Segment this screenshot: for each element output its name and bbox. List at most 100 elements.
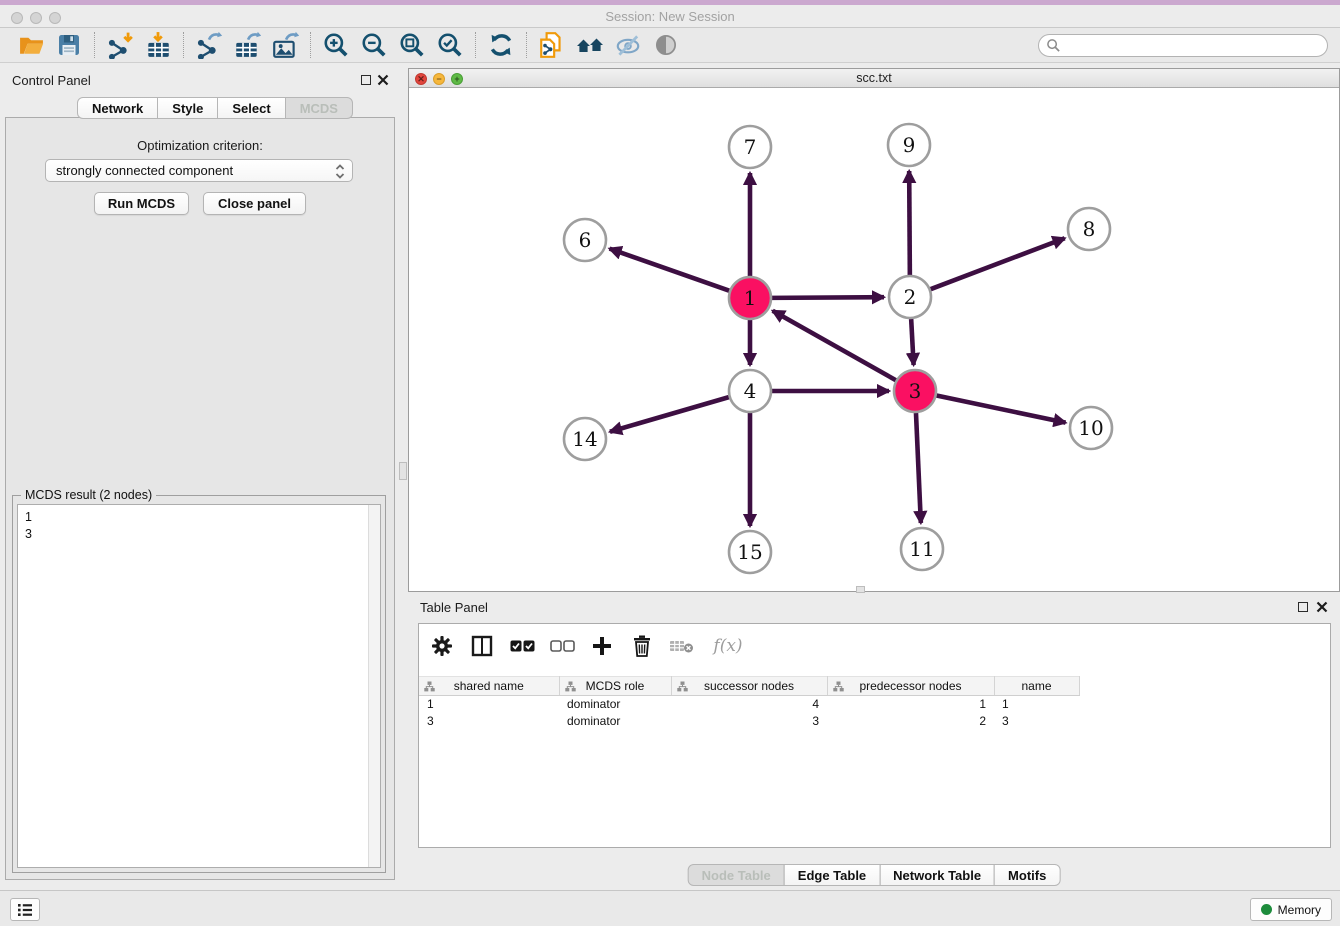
list-icon [16, 902, 34, 918]
table-cell[interactable]: 1 [994, 696, 1079, 713]
first-neighbors-button[interactable] [571, 30, 609, 60]
window-titlebar: Session: New Session [0, 5, 1340, 28]
graph-node-10[interactable]: 10 [1070, 407, 1112, 449]
table-cell[interactable]: 2 [827, 713, 994, 730]
horizontal-splitter-grip[interactable] [856, 586, 865, 593]
table-cell[interactable]: dominator [559, 713, 671, 730]
column-panel-button[interactable] [469, 633, 495, 659]
clear-all-checkboxes-button[interactable] [549, 633, 575, 659]
tab-motifs[interactable]: Motifs [994, 864, 1060, 886]
delete-row-button[interactable] [629, 633, 655, 659]
open-file-button[interactable] [12, 30, 50, 60]
search-input[interactable] [1038, 34, 1328, 57]
graph-node-3[interactable]: 3 [894, 370, 936, 412]
table-cell[interactable]: dominator [559, 696, 671, 713]
delete-column-button[interactable] [669, 633, 695, 659]
run-mcds-button[interactable]: Run MCDS [94, 192, 189, 215]
close-panel-button[interactable]: Close panel [203, 192, 306, 215]
unchecked-boxes-icon [550, 639, 575, 653]
tab-network-table[interactable]: Network Table [879, 864, 995, 886]
col-predecessor-nodes[interactable]: predecessor nodes [827, 677, 994, 696]
duplicate-network-button[interactable] [533, 30, 571, 60]
table-cell[interactable]: 1 [419, 696, 559, 713]
result-scrollbar[interactable] [368, 505, 380, 867]
mcds-result-list[interactable]: 13 [17, 504, 381, 868]
graph-node-15[interactable]: 15 [729, 531, 771, 573]
table-cell[interactable]: 3 [671, 713, 827, 730]
function-builder-button[interactable]: f(x) [709, 633, 747, 659]
column-type-icon [424, 681, 435, 692]
table-panel: Table Panel [408, 596, 1340, 890]
close-panel-icon[interactable] [377, 74, 389, 86]
vertical-splitter-grip[interactable] [399, 462, 407, 480]
table-cell[interactable]: 1 [827, 696, 994, 713]
columns-icon [471, 635, 493, 657]
graph-node-1[interactable]: 1 [729, 277, 771, 319]
trash-icon [632, 635, 652, 657]
memory-button[interactable]: Memory [1250, 898, 1332, 921]
column-type-icon [833, 681, 844, 692]
tab-network[interactable]: Network [77, 97, 158, 119]
graph-node-4[interactable]: 4 [729, 370, 771, 412]
float-table-panel-icon[interactable] [1298, 602, 1308, 612]
export-table-button[interactable] [228, 30, 266, 60]
table-settings-button[interactable] [429, 633, 455, 659]
zoom-out-button[interactable] [355, 30, 393, 60]
table-row[interactable]: 3dominator323 [419, 713, 1079, 730]
graph-node-11[interactable]: 11 [901, 528, 943, 570]
tab-node-table[interactable]: Node Table [688, 864, 785, 886]
float-panel-icon[interactable] [361, 75, 371, 85]
apply-layout-button[interactable] [482, 30, 520, 60]
table-cell[interactable]: 3 [994, 713, 1079, 730]
graph-edge-2-9[interactable] [909, 171, 910, 275]
mcds-result-item[interactable]: 1 [25, 509, 380, 526]
window-title: Session: New Session [0, 9, 1340, 24]
graph-edge-3-10[interactable] [937, 396, 1066, 423]
graph-node-2[interactable]: 2 [889, 276, 931, 318]
graphics-details-button[interactable] [647, 30, 685, 60]
add-row-button[interactable] [589, 633, 615, 659]
export-network-button[interactable] [190, 30, 228, 60]
table-cell[interactable]: 3 [419, 713, 559, 730]
graph-node-7[interactable]: 7 [729, 126, 771, 168]
column-type-icon [565, 681, 576, 692]
zoom-in-button[interactable] [317, 30, 355, 60]
table-row[interactable]: 1dominator411 [419, 696, 1079, 713]
export-image-button[interactable] [266, 30, 304, 60]
close-table-panel-icon[interactable] [1316, 601, 1328, 613]
search-icon [1046, 38, 1061, 53]
task-history-button[interactable] [10, 898, 40, 921]
col-name[interactable]: name [994, 677, 1079, 696]
table-cell[interactable]: 4 [671, 696, 827, 713]
zoom-fit-button[interactable] [393, 30, 431, 60]
network-window-titlebar[interactable]: ✕ − + scc.txt [409, 69, 1339, 88]
graph-node-14[interactable]: 14 [564, 418, 606, 460]
save-session-button[interactable] [50, 30, 88, 60]
tab-mcds[interactable]: MCDS [285, 97, 353, 119]
col-successor-nodes[interactable]: successor nodes [671, 677, 827, 696]
graph-edge-3-1[interactable] [773, 311, 896, 380]
graph-edge-1-6[interactable] [610, 249, 730, 291]
graph-edge-2-8[interactable] [931, 238, 1065, 289]
mcds-result-item[interactable]: 3 [25, 526, 380, 543]
network-graph[interactable]: 7 9 6 8 1 2 4 3 14 10 15 11 [409, 88, 1339, 591]
network-canvas[interactable]: 7 9 6 8 1 2 4 3 14 10 15 11 [409, 88, 1339, 591]
tab-edge-table[interactable]: Edge Table [784, 864, 880, 886]
import-network-button[interactable] [101, 30, 139, 60]
zoom-selected-button[interactable] [431, 30, 469, 60]
select-all-checkboxes-button[interactable] [509, 633, 535, 659]
tab-select[interactable]: Select [217, 97, 285, 119]
tab-style[interactable]: Style [157, 97, 218, 119]
graph-node-8[interactable]: 8 [1068, 208, 1110, 250]
import-table-button[interactable] [139, 30, 177, 60]
col-shared-name[interactable]: shared name [419, 677, 559, 696]
graph-edge-4-14[interactable] [610, 397, 729, 432]
graph-node-9[interactable]: 9 [888, 124, 930, 166]
col-mcds-role[interactable]: MCDS role [559, 677, 671, 696]
graph-edge-2-3[interactable] [911, 319, 913, 365]
criterion-dropdown[interactable]: strongly connected component [45, 159, 353, 182]
graph-edge-3-11[interactable] [916, 413, 921, 523]
graph-edge-1-2[interactable] [772, 297, 884, 298]
graph-node-6[interactable]: 6 [564, 219, 606, 261]
hide-selected-button[interactable] [609, 30, 647, 60]
